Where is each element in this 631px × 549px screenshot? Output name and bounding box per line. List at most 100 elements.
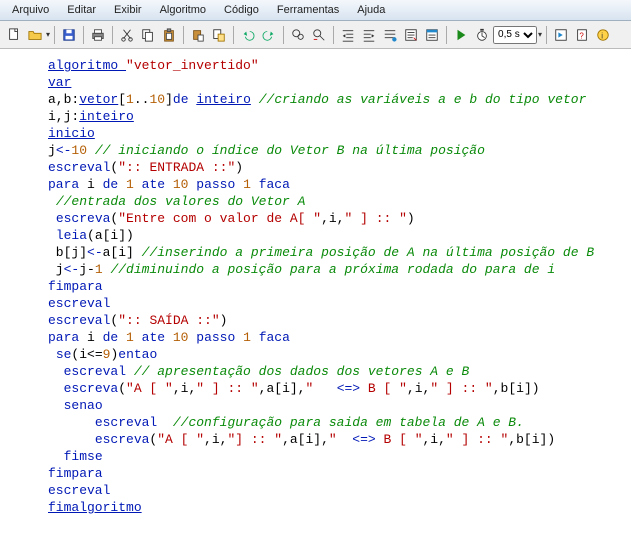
code-token: algoritmo bbox=[48, 58, 126, 73]
code-line[interactable]: fimalgoritmo bbox=[48, 499, 623, 516]
print-button[interactable] bbox=[88, 25, 108, 45]
code-token: senao bbox=[64, 398, 103, 413]
code-token: " bbox=[305, 381, 336, 396]
code-line[interactable]: b[j]<-a[i] //inserindo a primeira posiçã… bbox=[48, 244, 623, 261]
copy-format-button[interactable] bbox=[209, 25, 229, 45]
code-token: fimpara bbox=[48, 279, 103, 294]
code-token: passo bbox=[188, 177, 243, 192]
run-icon bbox=[454, 28, 468, 42]
about-button[interactable]: i bbox=[593, 25, 613, 45]
step-icon bbox=[554, 28, 568, 42]
code-token: para bbox=[48, 177, 87, 192]
code-line[interactable]: fimpara bbox=[48, 278, 623, 295]
code-token: // iniciando o índice do Vetor B na últi… bbox=[95, 143, 485, 158]
code-token: 1 bbox=[126, 177, 134, 192]
bookmark-icon bbox=[383, 28, 397, 42]
menu-editar[interactable]: Editar bbox=[59, 2, 104, 18]
goto-button[interactable] bbox=[401, 25, 421, 45]
code-token: " ] :: " bbox=[446, 432, 508, 447]
code-line[interactable]: para i de 1 ate 10 passo 1 faca bbox=[48, 176, 623, 193]
speed-select[interactable]: 0,5 s bbox=[493, 26, 537, 44]
menu-codigo[interactable]: Código bbox=[216, 2, 267, 18]
code-line[interactable]: //entrada dos valores do Vetor A bbox=[48, 193, 623, 210]
code-line[interactable]: fimpara bbox=[48, 465, 623, 482]
code-token: fimalgoritmo bbox=[48, 500, 142, 515]
code-line[interactable]: escreval bbox=[48, 295, 623, 312]
code-line[interactable]: escreval // apresentação dos dados dos v… bbox=[48, 363, 623, 380]
menu-arquivo[interactable]: Arquivo bbox=[4, 2, 57, 18]
code-token: " ] :: " bbox=[196, 381, 258, 396]
code-token: <- bbox=[64, 262, 80, 277]
code-token: a[i] bbox=[103, 245, 142, 260]
redo-button[interactable] bbox=[259, 25, 279, 45]
copy-format-icon bbox=[212, 28, 226, 42]
code-token: 1 bbox=[243, 177, 251, 192]
code-token bbox=[157, 415, 173, 430]
properties-button[interactable] bbox=[422, 25, 442, 45]
copy-button[interactable] bbox=[138, 25, 158, 45]
code-line[interactable]: escreval(":: ENTRADA ::") bbox=[48, 159, 623, 176]
code-line[interactable]: a,b:vetor[1..10]de inteiro //criando as … bbox=[48, 91, 623, 108]
replace-button[interactable] bbox=[309, 25, 329, 45]
code-line[interactable]: escreval(":: SAÍDA ::") bbox=[48, 312, 623, 329]
paste-special-button[interactable] bbox=[188, 25, 208, 45]
menu-algoritmo[interactable]: Algoritmo bbox=[152, 2, 214, 18]
outdent-button[interactable] bbox=[359, 25, 379, 45]
code-token: de bbox=[103, 330, 126, 345]
code-token: [ bbox=[118, 92, 126, 107]
menu-exibir[interactable]: Exibir bbox=[106, 2, 150, 18]
find-button[interactable] bbox=[288, 25, 308, 45]
code-token: 1 bbox=[95, 262, 103, 277]
undo-icon bbox=[241, 28, 255, 42]
code-line[interactable]: j<-j-1 //diminuindo a posição para a pró… bbox=[48, 261, 623, 278]
code-token: "Entre com o valor de A[ " bbox=[118, 211, 321, 226]
code-line[interactable]: senao bbox=[48, 397, 623, 414]
code-line[interactable]: para i de 1 ate 10 passo 1 faca bbox=[48, 329, 623, 346]
code-line[interactable]: escreva("Entre com o valor de A[ ",i," ]… bbox=[48, 210, 623, 227]
dropdown-arrow-icon[interactable]: ▾ bbox=[46, 30, 50, 39]
code-line[interactable]: se(i<=9)entao bbox=[48, 346, 623, 363]
timer-button[interactable] bbox=[472, 25, 492, 45]
code-token bbox=[87, 143, 95, 158]
code-token: (i<= bbox=[71, 347, 102, 362]
code-line[interactable]: algoritmo "vetor_invertido" bbox=[48, 57, 623, 74]
code-line[interactable]: j<-10 // iniciando o índice do Vetor B n… bbox=[48, 142, 623, 159]
code-line[interactable]: escreva("A [ ",i," ] :: ",a[i]," <=> B [… bbox=[48, 380, 623, 397]
bookmark-button[interactable] bbox=[380, 25, 400, 45]
code-editor[interactable]: algoritmo "vetor_invertido"vara,b:vetor[… bbox=[0, 49, 631, 549]
code-line[interactable]: escreval bbox=[48, 482, 623, 499]
code-token: " bbox=[329, 432, 352, 447]
code-line[interactable]: inicio bbox=[48, 125, 623, 142]
help-doc-button[interactable]: ? bbox=[572, 25, 592, 45]
code-token: "A [ " bbox=[126, 381, 173, 396]
code-token: de bbox=[173, 92, 196, 107]
save-icon bbox=[62, 28, 76, 42]
undo-button[interactable] bbox=[238, 25, 258, 45]
code-token bbox=[126, 364, 134, 379]
code-line[interactable]: escreval //configuração para saida em ta… bbox=[48, 414, 623, 431]
menu-bar: Arquivo Editar Exibir Algoritmo Código F… bbox=[0, 0, 631, 21]
code-token: ":: SAÍDA ::" bbox=[118, 313, 219, 328]
dropdown-arrow-icon-2[interactable]: ▾ bbox=[538, 30, 542, 39]
code-line[interactable]: leia(a[i]) bbox=[48, 227, 623, 244]
code-line[interactable]: i,j:inteiro bbox=[48, 108, 623, 125]
code-token bbox=[48, 398, 64, 413]
cut-button[interactable] bbox=[117, 25, 137, 45]
code-token: escreval bbox=[48, 160, 110, 175]
code-line[interactable]: fimse bbox=[48, 448, 623, 465]
open-file-button[interactable] bbox=[25, 25, 45, 45]
step-button[interactable] bbox=[551, 25, 571, 45]
menu-ajuda[interactable]: Ajuda bbox=[349, 2, 393, 18]
indent-button[interactable] bbox=[338, 25, 358, 45]
menu-ferramentas[interactable]: Ferramentas bbox=[269, 2, 347, 18]
paste-button[interactable] bbox=[159, 25, 179, 45]
code-token: faca bbox=[251, 330, 290, 345]
run-button[interactable] bbox=[451, 25, 471, 45]
new-file-button[interactable] bbox=[4, 25, 24, 45]
new-file-icon bbox=[7, 28, 21, 42]
save-button[interactable] bbox=[59, 25, 79, 45]
code-token: "vetor_invertido" bbox=[126, 58, 259, 73]
goto-icon bbox=[404, 28, 418, 42]
code-line[interactable]: escreva("A [ ",i,"] :: ",a[i]," <=> B [ … bbox=[48, 431, 623, 448]
code-line[interactable]: var bbox=[48, 74, 623, 91]
